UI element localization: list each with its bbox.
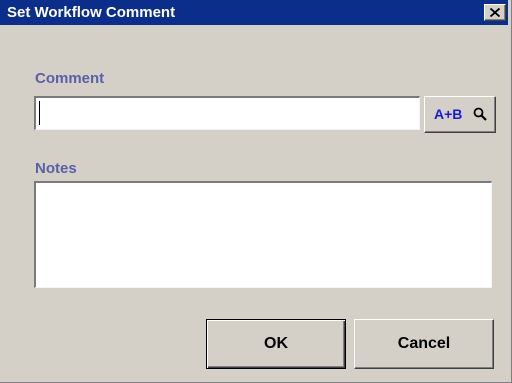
set-workflow-comment-dialog: Set Workflow Comment Comment A+B Notes O… [0, 0, 512, 383]
close-icon [490, 8, 500, 17]
ok-button[interactable]: OK [206, 319, 346, 369]
close-button[interactable] [484, 4, 506, 21]
comment-label: Comment [35, 70, 105, 87]
notes-label: Notes [35, 160, 77, 177]
cancel-button[interactable]: Cancel [354, 319, 494, 369]
comment-input[interactable] [34, 96, 420, 130]
expression-builder-button[interactable]: A+B [424, 96, 496, 133]
notes-textarea[interactable] [34, 181, 492, 288]
magnifier-icon [473, 107, 487, 121]
expression-builder-label: A+B [434, 106, 463, 122]
text-caret [39, 101, 40, 125]
window-title: Set Workflow Comment [7, 4, 176, 21]
title-bar: Set Workflow Comment [0, 0, 508, 25]
